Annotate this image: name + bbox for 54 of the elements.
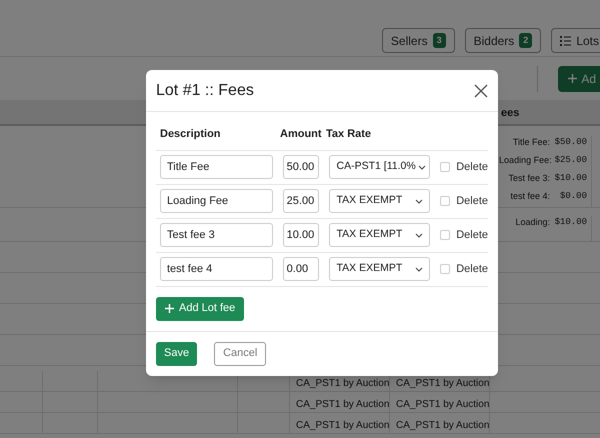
fee-amount: $50.00	[554, 136, 587, 149]
description-field[interactable]: Title Fee	[160, 155, 273, 179]
description-field[interactable]: Loading Fee	[160, 189, 273, 213]
amount-field[interactable]: 0.00	[282, 257, 319, 281]
description-field[interactable]: test fee 4	[160, 257, 273, 281]
count-badge: 3	[432, 32, 446, 48]
chevron-down-icon	[418, 164, 426, 170]
fee-amount: $25.00	[554, 154, 587, 167]
close-button[interactable]	[474, 84, 488, 98]
fee-name: Loading Fee:	[499, 154, 552, 167]
modal-title: Lot #1 :: Fees	[156, 80, 254, 100]
top-bar-button[interactable]: Bidders 2	[464, 28, 542, 53]
save-button[interactable]: Save	[156, 342, 198, 366]
amount-field[interactable]: 25.00	[282, 189, 319, 213]
fee-name: Test fee 3:	[508, 172, 550, 185]
tax-rate-select[interactable]: CA-PST1 [11.0%	[328, 155, 430, 179]
delete-checkbox[interactable]: Delete	[440, 260, 488, 278]
delete-checkbox[interactable]: Delete	[440, 158, 488, 176]
amount-field[interactable]: 50.00	[282, 155, 319, 179]
top-bar-button[interactable]: Sellers 3	[382, 28, 455, 53]
cancel-button[interactable]: Cancel	[214, 342, 266, 366]
table-cell: CA_PST1 by Auction	[296, 378, 390, 389]
amount-field[interactable]: 10.00	[282, 223, 319, 247]
tax-rate-select[interactable]: TAX EXEMPT	[328, 223, 430, 247]
fee-amount: $0.00	[558, 190, 587, 203]
table-cell: CA_PST1 by Auction	[396, 399, 490, 410]
table-cell: CA_PST1 by Auction	[396, 420, 490, 431]
column-header: Description	[160, 128, 221, 140]
column-header: Tax Rate	[326, 128, 372, 140]
chevron-down-icon	[414, 266, 423, 272]
plus-icon	[568, 74, 578, 83]
fee-name: Loading:	[515, 216, 550, 229]
chevron-down-icon	[414, 232, 423, 238]
top-bar-button[interactable]: Lots	[551, 28, 600, 53]
fee-name: test fee 4:	[510, 190, 550, 203]
chevron-down-icon	[414, 198, 423, 204]
delete-checkbox[interactable]: Delete	[440, 226, 488, 244]
plus-icon	[165, 304, 174, 313]
table-cell: CA_PST1 by Auction	[296, 420, 390, 431]
fee-name: Title Fee:	[512, 136, 550, 149]
count-badge: 2	[519, 32, 532, 48]
list-icon	[560, 36, 572, 46]
column-header: ees	[501, 106, 520, 121]
description-field[interactable]: Test fee 3	[160, 223, 273, 247]
fee-amount: $10.00	[554, 216, 587, 229]
delete-checkbox[interactable]: Delete	[440, 192, 488, 210]
tax-rate-select[interactable]: TAX EXEMPT	[328, 189, 430, 213]
close-icon	[474, 84, 488, 98]
table-cell: CA_PST1 by Auction	[296, 399, 390, 410]
fee-amount: $10.00	[554, 172, 587, 185]
tax-rate-select[interactable]: TAX EXEMPT	[328, 257, 430, 281]
add-lot-fee-button[interactable]: Add Lot fee	[156, 296, 244, 320]
column-header: Amount	[280, 128, 322, 140]
table-cell: CA_PST1 by Auction	[396, 378, 490, 389]
